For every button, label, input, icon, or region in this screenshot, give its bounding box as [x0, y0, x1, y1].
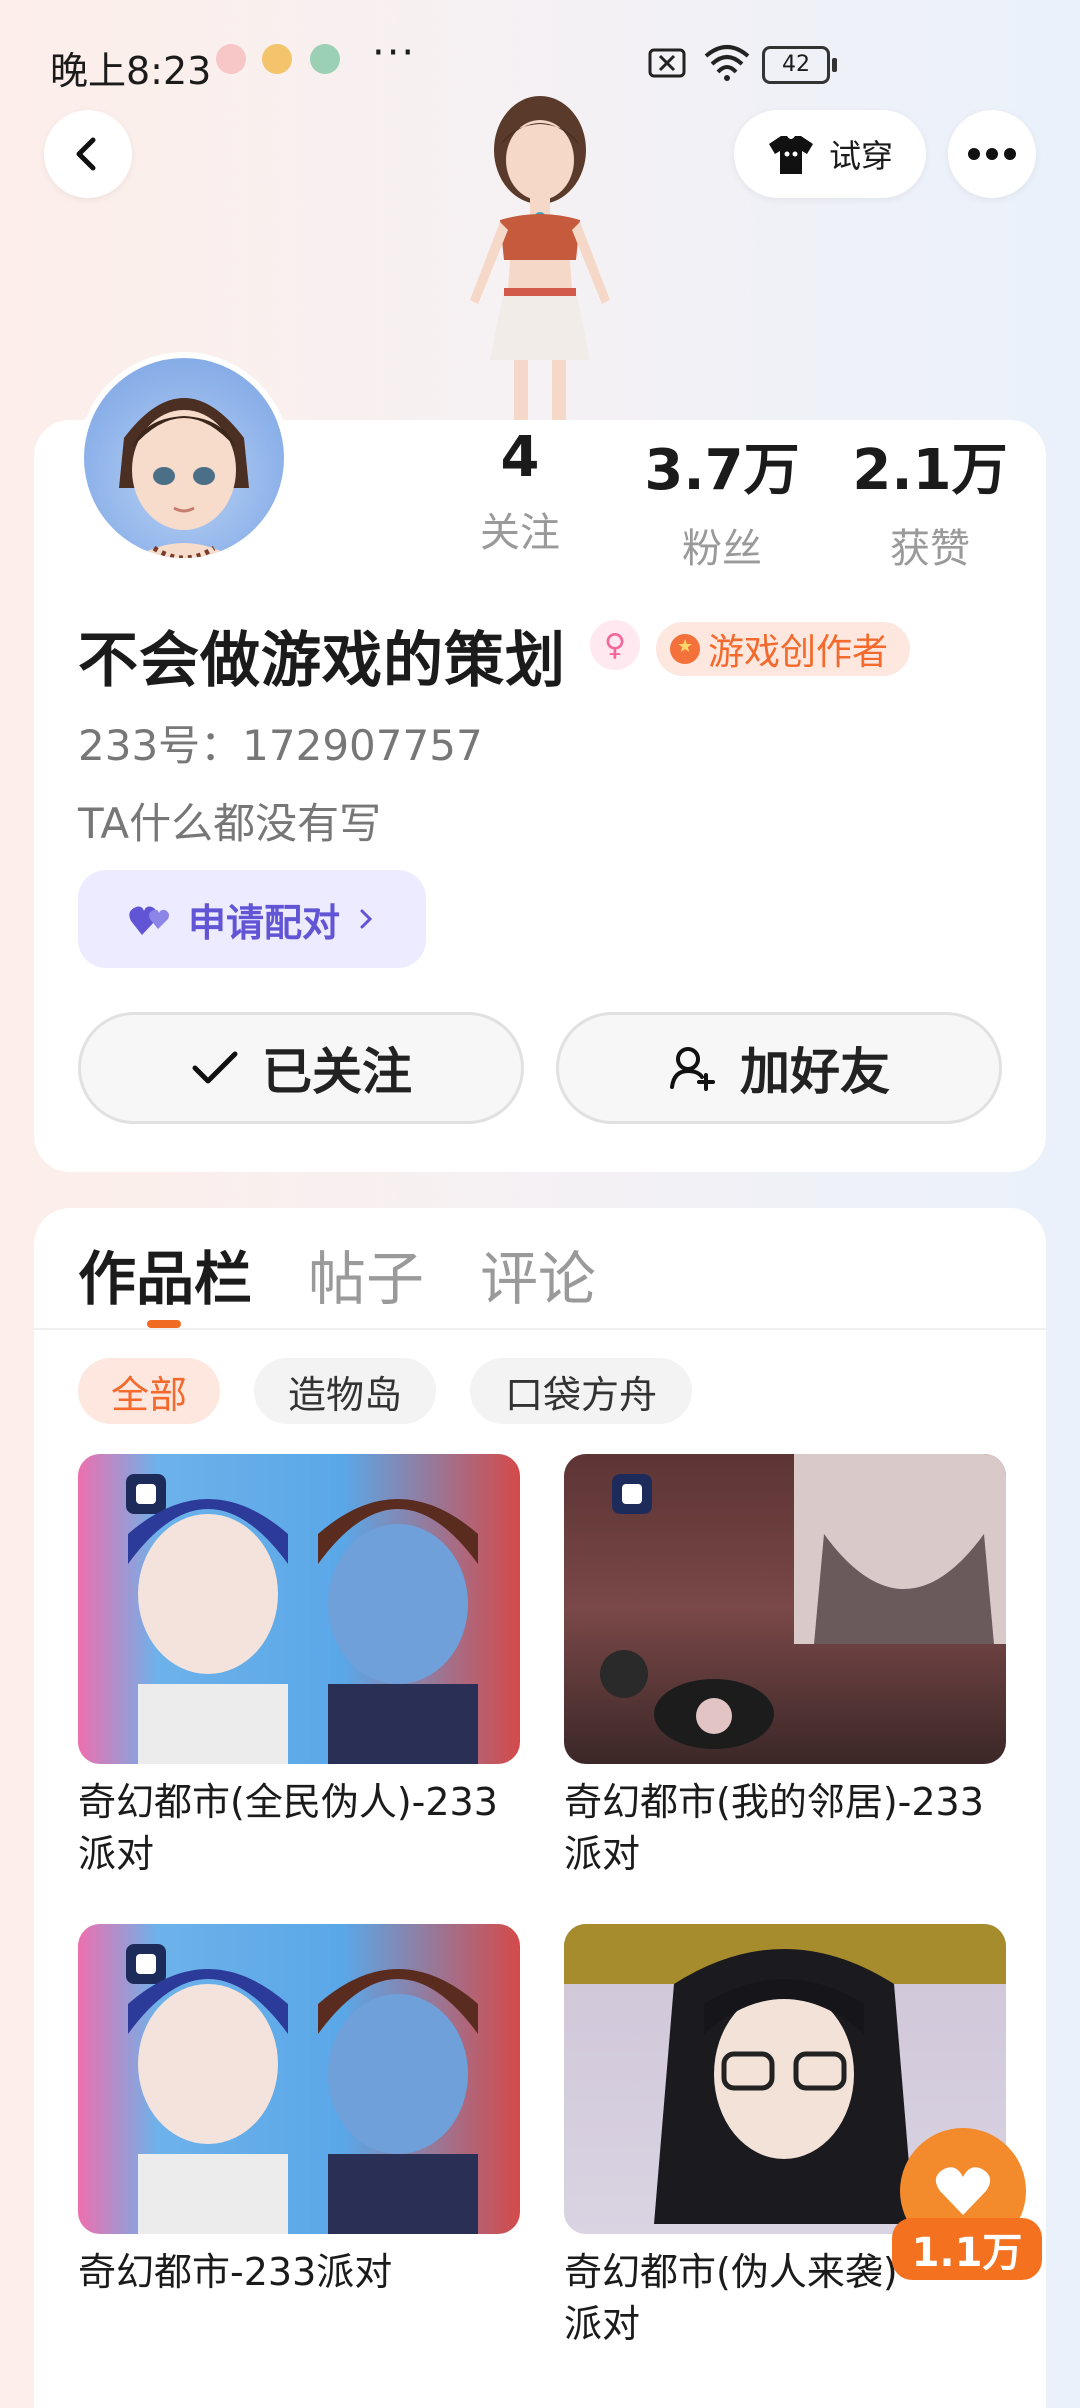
checkmark-icon [192, 1051, 238, 1084]
try-on-label: 试穿 [828, 137, 893, 175]
stat-followers-value: 3.7万 [644, 438, 800, 503]
back-button[interactable] [44, 110, 132, 198]
user-bio: TA什么都没有写 [78, 799, 382, 848]
work-thumbnail [78, 1454, 520, 1764]
more-notifications-icon: ··· [372, 30, 417, 76]
avatar-3d-figure[interactable] [430, 90, 650, 420]
username: 不会做游戏的策划 [78, 626, 566, 696]
tab-divider [34, 1328, 1046, 1330]
thumbnail-art [600, 1454, 1006, 1749]
creator-star-icon [670, 634, 700, 664]
app-notification-icon [216, 44, 246, 74]
work-title: 奇幻都市(全民伪人)-233 派对 [78, 1780, 498, 1876]
work-title: 奇幻都市-233派对 [78, 2250, 393, 2294]
filter-chip-pocket-ark[interactable]: 口袋方舟 [470, 1358, 692, 1424]
avatar-portrait [119, 398, 249, 558]
stat-following[interactable]: 4 关注 [420, 425, 620, 558]
more-options-button[interactable] [948, 110, 1036, 198]
work-title: 奇幻都市(我的邻居)-233 派对 [564, 1780, 984, 1876]
stat-likes-label: 获赞 [890, 526, 970, 572]
tab-works[interactable]: 作品栏 [78, 1232, 252, 1316]
more-dots-icon [968, 148, 1016, 160]
followed-button[interactable]: 已关注 [78, 1012, 524, 1124]
work-thumbnail [78, 1924, 520, 2234]
user-id: 233号：172907757 [78, 721, 483, 770]
stat-following-label: 关注 [480, 510, 560, 556]
hearts-icon [129, 906, 169, 935]
tab-comments[interactable]: 评论 [480, 1232, 596, 1316]
work-card[interactable]: 奇幻都市-233派对 [78, 1924, 520, 2298]
user-avatar[interactable] [78, 352, 290, 564]
stat-followers-label: 粉丝 [682, 526, 762, 572]
add-friend-label: 加好友 [740, 1043, 890, 1101]
heart-icon [935, 2167, 991, 2215]
app-notification-icon [310, 44, 340, 74]
filter-chip-creation-island[interactable]: 造物岛 [254, 1358, 436, 1424]
stat-following-value: 4 [500, 425, 540, 490]
thumbnail-art [128, 1969, 478, 2234]
no-sim-icon [648, 48, 686, 78]
work-card[interactable]: 奇幻都市(全民伪人)-233 派对 [78, 1454, 520, 1880]
thumbnail-art [128, 1499, 478, 1764]
female-icon: ♀ [590, 620, 640, 670]
filter-chip-all[interactable]: 全部 [78, 1358, 220, 1424]
work-card[interactable]: 奇幻都市(我的邻居)-233 派对 [564, 1454, 1006, 1880]
followed-label: 已关注 [262, 1043, 412, 1101]
creator-badge-label: 游戏创作者 [708, 632, 889, 673]
apply-pair-label: 申请配对 [187, 900, 340, 945]
wifi-icon [704, 45, 750, 81]
like-count: 1.1万 [892, 2218, 1042, 2280]
battery-icon: 42 [762, 46, 837, 84]
chevron-right-icon [360, 909, 373, 929]
try-on-button[interactable]: 试穿 [734, 110, 926, 198]
active-tab-indicator [147, 1320, 181, 1328]
stat-likes-value: 2.1万 [852, 438, 1008, 503]
apply-pair-button[interactable]: 申请配对 [78, 870, 426, 968]
tshirt-icon [768, 136, 813, 174]
stat-followers[interactable]: 3.7万 粉丝 [622, 425, 822, 574]
add-user-icon [670, 1047, 715, 1091]
app-notification-icon [262, 44, 292, 74]
status-time: 晚上8:23 [50, 49, 212, 93]
add-friend-button[interactable]: 加好友 [556, 1012, 1002, 1124]
creator-badge[interactable]: 游戏创作者 [656, 622, 911, 676]
work-thumbnail [564, 1454, 1006, 1764]
floating-like-button[interactable]: 1.1万 [892, 2120, 1042, 2280]
chevron-left-icon [76, 137, 96, 171]
stat-likes[interactable]: 2.1万 获赞 [830, 425, 1030, 574]
tab-posts[interactable]: 帖子 [308, 1232, 424, 1316]
